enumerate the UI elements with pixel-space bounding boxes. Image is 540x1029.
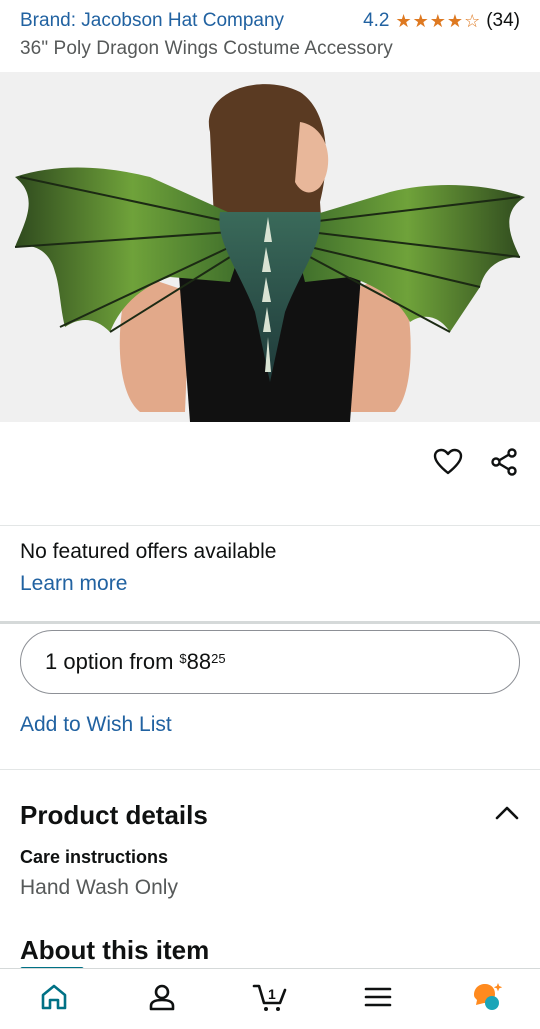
learn-more-link[interactable]: Learn more <box>20 572 276 596</box>
price-symbol: $ <box>179 651 187 666</box>
star-full-icon: ★ <box>412 11 429 31</box>
account-icon <box>147 982 177 1017</box>
image-actions <box>432 446 520 478</box>
offers-section: No featured offers available Learn more <box>20 540 276 596</box>
nav-home[interactable] <box>24 974 84 1024</box>
section-divider <box>0 525 540 526</box>
star-full-icon: ★ <box>446 11 464 31</box>
star-full-icon: ★ <box>395 11 412 31</box>
add-to-wish-list-link[interactable]: Add to Wish List <box>20 713 172 737</box>
home-icon <box>39 982 69 1017</box>
price-whole: 88 <box>186 649 212 674</box>
share-icon[interactable] <box>488 446 520 478</box>
rating-value: 4.2 <box>363 10 390 31</box>
cart-count-badge: 1 <box>268 986 276 1002</box>
nav-rufus[interactable] <box>456 974 516 1024</box>
option-label: 1 option from <box>45 649 174 674</box>
nav-account[interactable] <box>132 974 192 1024</box>
rufus-assistant-icon <box>468 981 504 1018</box>
star-empty-icon: ☆ <box>464 11 481 31</box>
about-this-item-heading: About this item <box>20 935 210 965</box>
nav-cart[interactable]: 1 <box>240 974 300 1024</box>
option-price: $ 88 25 <box>179 649 225 675</box>
product-details-header[interactable]: Product details <box>20 800 520 831</box>
star-full-icon: ★ <box>429 11 446 31</box>
nav-menu[interactable] <box>348 974 408 1024</box>
product-image[interactable] <box>0 72 540 422</box>
product-details-section: Product details Care instructions Hand W… <box>20 800 520 900</box>
care-instructions-value: Hand Wash Only <box>20 876 178 899</box>
bottom-nav-bar: 1 <box>0 968 540 1029</box>
product-header: Brand: Jacobson Hat Company 4.2 ★ ★ ★ ★ … <box>0 0 540 72</box>
section-divider <box>0 621 540 624</box>
dragon-wings-photo <box>14 84 525 422</box>
review-count: (34) <box>486 10 520 31</box>
chevron-up-icon[interactable] <box>494 805 520 826</box>
brand-link[interactable]: Brand: Jacobson Hat Company <box>20 10 284 32</box>
menu-icon <box>363 985 393 1014</box>
section-divider <box>0 769 540 770</box>
rating-summary[interactable]: 4.2 ★ ★ ★ ★ ☆ (34) <box>363 10 520 32</box>
star-rating: ★ ★ ★ ★ ☆ <box>396 12 481 30</box>
price-fraction: 25 <box>211 651 226 666</box>
care-instructions-label: Care instructions <box>20 847 169 867</box>
other-options-button[interactable]: 1 option from $ 88 25 <box>20 630 520 694</box>
product-details-title: Product details <box>20 800 208 830</box>
no-featured-offers-text: No featured offers available <box>20 540 277 563</box>
heart-icon[interactable] <box>432 446 464 478</box>
product-title: 36" Poly Dragon Wings Costume Accessory <box>20 38 393 59</box>
